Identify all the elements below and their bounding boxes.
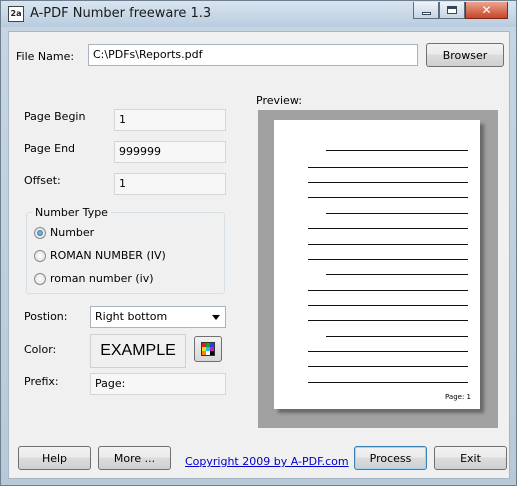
page-begin-input[interactable]: 1 [114,109,226,131]
radio-button[interactable] [34,249,46,262]
radio-button-checked[interactable] [34,226,46,239]
radio-label: Number [50,226,95,239]
preview-text-line [308,382,468,383]
app-icon[interactable]: 2a [8,6,24,22]
page-end-label: Page End [24,142,76,155]
position-select[interactable]: Right bottom [90,306,226,328]
preview-text-line [308,305,468,306]
color-picker-button[interactable] [194,336,222,362]
file-name-input[interactable]: C:\PDFs\Reports.pdf [88,44,418,66]
position-selected-value: Right bottom [95,310,168,323]
browse-button[interactable]: Browser [426,43,504,67]
radio-label: roman number (iv) [50,272,154,285]
color-example: EXAMPLE [90,334,186,368]
radio-number[interactable]: Number [34,226,94,239]
maximize-icon [447,6,457,14]
radio-label: ROMAN NUMBER (IV) [50,249,166,262]
preview-area: Page: 1 [258,110,498,428]
page-begin-label: Page Begin [24,110,86,123]
radio-roman-lower[interactable]: roman number (iv) [34,272,154,285]
preview-text-line [308,290,468,291]
close-button[interactable]: ✕ [465,2,508,19]
page-end-input[interactable]: 999999 [114,141,226,163]
preview-text-line [308,197,468,198]
window-title: A-PDF Number freeware 1.3 [30,6,212,21]
radio-button[interactable] [34,272,46,285]
close-icon: ✕ [481,3,492,17]
window-controls: ✕ [413,2,508,19]
preview-label: Preview: [256,94,302,107]
offset-input[interactable]: 1 [114,173,226,195]
preview-page-number: Page: 1 [445,393,471,401]
preview-text-line [308,182,468,183]
exit-button[interactable]: Exit [434,446,507,470]
app-window: 2a A-PDF Number freeware 1.3 ✕ File Name… [0,0,517,486]
preview-text-line [308,366,468,367]
preview-text-line [308,351,468,352]
preview-page: Page: 1 [274,120,480,409]
offset-label: Offset: [24,174,61,187]
prefix-input[interactable]: Page: [90,373,226,395]
copyright-link[interactable]: Copyright 2009 by A-PDF.com [185,455,349,468]
help-button[interactable]: Help [18,446,91,470]
chevron-down-icon[interactable] [212,315,220,320]
preview-text-line [326,336,468,337]
title-bar[interactable]: 2a A-PDF Number freeware 1.3 ✕ [1,1,516,27]
maximize-button[interactable] [439,2,465,19]
preview-text-line [308,259,468,260]
color-label: Color: [24,343,57,356]
preview-text-line [326,150,468,151]
main-panel: File Name: C:\PDFs\Reports.pdf Browser P… [8,31,510,479]
radio-roman-upper[interactable]: ROMAN NUMBER (IV) [34,249,166,262]
preview-text-line [308,320,468,321]
preview-text-line [326,274,468,275]
preview-text-line [308,167,468,168]
color-palette-icon [201,342,215,356]
preview-text-line [326,213,468,214]
minimize-button[interactable] [413,2,439,19]
number-type-title: Number Type [32,206,111,219]
more-button[interactable]: More ... [98,446,171,470]
minimize-icon [421,11,431,15]
preview-text-line [308,228,468,229]
prefix-label: Prefix: [24,375,59,388]
preview-text-line [308,244,468,245]
process-button[interactable]: Process [354,446,427,470]
file-name-label: File Name: [16,50,75,63]
position-label: Postion: [24,310,68,323]
